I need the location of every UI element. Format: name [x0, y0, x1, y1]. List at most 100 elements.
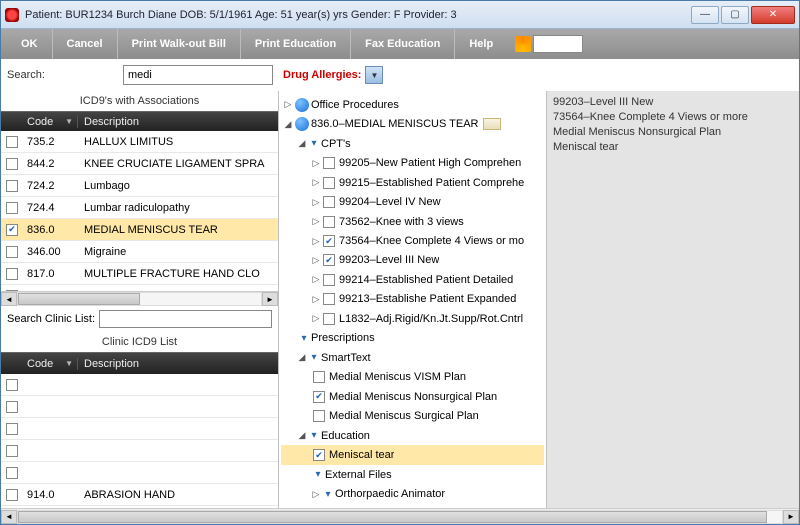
scroll-left-icon[interactable]: ◄	[1, 292, 17, 306]
tree-item[interactable]: ▾Prescriptions	[281, 329, 544, 348]
print-walkout-button[interactable]: Print Walk-out Bill	[118, 29, 241, 59]
scroll-right-icon[interactable]: ►	[783, 510, 799, 524]
tree-item[interactable]: ▷99204–Level IV New	[281, 192, 544, 211]
chevron-icon[interactable]: ▾	[323, 489, 333, 499]
expander-icon[interactable]: ◢	[297, 430, 307, 441]
table-row[interactable]: 735.2 HALLUX LIMITUS	[1, 131, 278, 153]
row-checkbox[interactable]	[6, 268, 18, 280]
expander-icon[interactable]: ▷	[311, 313, 321, 324]
table-row[interactable]: 914.0 ABRASION HAND	[1, 484, 278, 506]
tree-item[interactable]: ◢▾CPT's	[281, 134, 544, 153]
expander-icon[interactable]: ▷	[311, 236, 321, 247]
clinic-code-header[interactable]: Code	[27, 358, 53, 370]
scroll-left-icon[interactable]: ◄	[1, 510, 17, 524]
row-checkbox[interactable]	[6, 445, 18, 457]
tree-item[interactable]: ▷L1832–Adj.Rigid/Kn.Jt.Supp/Rot.Cntrl	[281, 309, 544, 328]
expander-icon[interactable]: ▷	[311, 177, 321, 188]
expander-icon[interactable]: ▷	[283, 99, 293, 110]
tree-checkbox[interactable]	[323, 216, 335, 228]
table-row[interactable]	[1, 396, 278, 418]
icd9-code-header[interactable]: Code	[27, 116, 53, 128]
tree-item[interactable]: ▷99205–New Patient High Comprehen	[281, 153, 544, 172]
tree-checkbox[interactable]	[313, 371, 325, 383]
tree-item[interactable]: Meniscal tear	[281, 445, 544, 464]
toolbar-input[interactable]	[533, 35, 583, 53]
tree-item[interactable]: ▷99213–Establishe Patient Expanded	[281, 290, 544, 309]
row-checkbox[interactable]	[6, 379, 18, 391]
row-checkbox[interactable]	[6, 158, 18, 170]
tree-item[interactable]: ▷Office Procedures	[281, 95, 544, 114]
tree-item[interactable]: ▷▾Orthorpaedic Animator	[281, 484, 544, 503]
tree-checkbox[interactable]	[323, 293, 335, 305]
row-checkbox[interactable]	[6, 224, 18, 236]
row-checkbox[interactable]	[6, 180, 18, 192]
tree-checkbox[interactable]	[313, 391, 325, 403]
chevron-icon[interactable]: ▾	[309, 353, 319, 363]
expander-icon[interactable]: ◢	[297, 138, 307, 149]
tree-checkbox[interactable]	[313, 410, 325, 422]
tree-checkbox[interactable]	[323, 254, 335, 266]
icd9-hscroll[interactable]: ◄ ►	[1, 291, 278, 306]
minimize-button[interactable]: —	[691, 6, 719, 24]
tree-item[interactable]: ◢▾SmartText	[281, 348, 544, 367]
tree-item[interactable]: ▷73562–Knee with 3 views	[281, 212, 544, 231]
tree-checkbox[interactable]	[323, 235, 335, 247]
tree-item[interactable]: Medial Meniscus Surgical Plan	[281, 407, 544, 426]
row-checkbox[interactable]	[6, 401, 18, 413]
clinic-search-input[interactable]	[99, 310, 272, 328]
table-row[interactable]: 844.2 KNEE CRUCIATE LIGAMENT SPRA	[1, 153, 278, 175]
tree-checkbox[interactable]	[313, 449, 325, 461]
row-checkbox[interactable]	[6, 423, 18, 435]
expander-icon[interactable]: ◢	[297, 352, 307, 363]
tree-checkbox[interactable]	[323, 196, 335, 208]
chevron-icon[interactable]: ▾	[309, 139, 319, 149]
tree-checkbox[interactable]	[323, 177, 335, 189]
table-row[interactable]: 724.4 Lumbar radiculopathy	[1, 197, 278, 219]
scroll-thumb[interactable]	[18, 293, 140, 305]
filter-icon[interactable]: ▼	[65, 359, 73, 368]
tree-checkbox[interactable]	[323, 157, 335, 169]
row-checkbox[interactable]	[6, 136, 18, 148]
print-education-button[interactable]: Print Education	[241, 29, 351, 59]
expander-icon[interactable]: ▷	[311, 489, 321, 500]
tree-panel[interactable]: ▷Office Procedures◢836.0–MEDIAL MENISCUS…	[279, 91, 547, 508]
table-row[interactable]	[1, 440, 278, 462]
scroll-thumb[interactable]	[18, 511, 767, 523]
table-row[interactable]	[1, 462, 278, 484]
expander-icon[interactable]: ▷	[311, 255, 321, 266]
table-row[interactable]: 346.00 Migraine	[1, 241, 278, 263]
maximize-button[interactable]: ▢	[721, 6, 749, 24]
tree-checkbox[interactable]	[323, 274, 335, 286]
expander-icon[interactable]: ▷	[311, 216, 321, 227]
fax-education-button[interactable]: Fax Education	[351, 29, 455, 59]
row-checkbox[interactable]	[6, 202, 18, 214]
table-row[interactable]: 836.0 MEDIAL MENISCUS TEAR	[1, 219, 278, 241]
tree-item[interactable]: ▷99214–Established Patient Detailed	[281, 270, 544, 289]
speaker-icon[interactable]	[515, 36, 531, 52]
clinic-desc-header[interactable]: Description	[78, 358, 278, 370]
chevron-icon[interactable]: ▾	[299, 333, 309, 343]
tree-item[interactable]: ◢▾Education	[281, 426, 544, 445]
tree-item[interactable]: ◢836.0–MEDIAL MENISCUS TEAR	[281, 114, 544, 133]
tree-item[interactable]: ▷73564–Knee Complete 4 Views or mo	[281, 231, 544, 250]
table-row[interactable]	[1, 418, 278, 440]
expander-icon[interactable]: ▷	[311, 197, 321, 208]
tree-item[interactable]: ▷99203–Level III New	[281, 251, 544, 270]
row-checkbox[interactable]	[6, 246, 18, 258]
help-button[interactable]: Help	[455, 29, 507, 59]
expander-icon[interactable]: ▷	[311, 274, 321, 285]
tree-item[interactable]: ▷99215–Established Patient Comprehe	[281, 173, 544, 192]
expander-icon[interactable]: ◢	[283, 119, 293, 130]
icd9-desc-header[interactable]: Description	[78, 116, 278, 128]
tree-item[interactable]: Medial Meniscus VISM Plan	[281, 368, 544, 387]
ok-button[interactable]: OK	[7, 29, 53, 59]
tree-item[interactable]: ▾External Files	[281, 465, 544, 484]
scroll-right-icon[interactable]: ►	[262, 292, 278, 306]
row-checkbox[interactable]	[6, 489, 18, 501]
row-checkbox[interactable]	[6, 467, 18, 479]
table-row[interactable]: 817.0 MULTIPLE FRACTURE HAND CLO	[1, 263, 278, 285]
close-button[interactable]: ✕	[751, 6, 795, 24]
allergies-dropdown[interactable]: ▼	[365, 66, 383, 84]
window-hscroll[interactable]: ◄ ►	[1, 508, 799, 524]
table-row[interactable]	[1, 374, 278, 396]
